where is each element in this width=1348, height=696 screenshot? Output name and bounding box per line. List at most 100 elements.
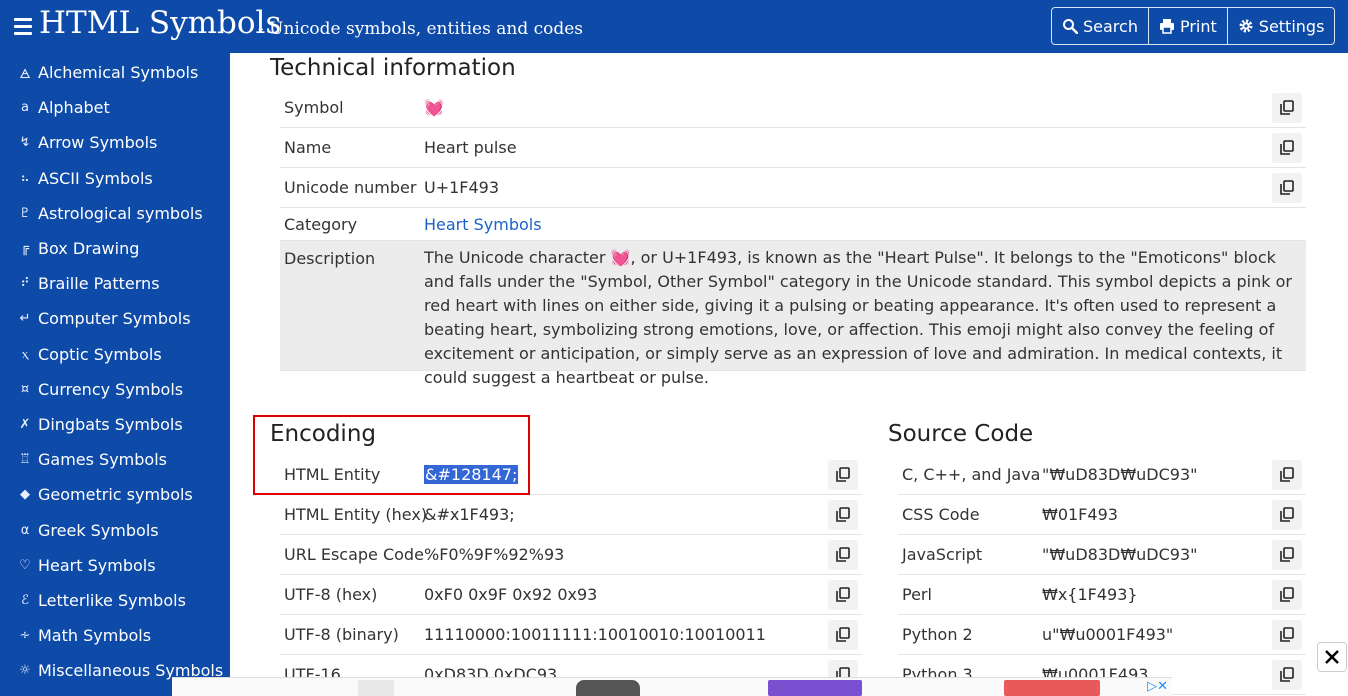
alchemical-icon: 🜁 xyxy=(19,66,31,82)
print-button-label: Print xyxy=(1179,16,1217,36)
source-value: ₩01F493 xyxy=(1042,505,1118,524)
encoding-row: UTF-8 (binary) 11110000:10011111:1001001… xyxy=(280,615,862,655)
category-row: Category Heart Symbols xyxy=(280,208,1306,241)
sidebar-item-astrological-symbols[interactable]: ♇ Astrological symbols xyxy=(0,196,230,231)
sidebar-item-currency-symbols[interactable]: ¤ Currency Symbols xyxy=(0,372,230,407)
copy-button[interactable] xyxy=(1272,499,1302,530)
sidebar-item-games-symbols[interactable]: ♖ Games Symbols xyxy=(0,442,230,477)
copy-icon xyxy=(1280,667,1294,682)
copy-icon xyxy=(836,547,850,562)
encoding-row: UTF-8 (hex) 0xF0 0x9F 0x92 0x93 xyxy=(280,575,862,615)
sidebar-item-greek-symbols[interactable]: α Greek Symbols xyxy=(0,512,230,547)
technical-info-heading: Technical information xyxy=(270,55,516,81)
copy-button[interactable] xyxy=(828,499,858,530)
copy-icon xyxy=(1280,140,1294,155)
search-button[interactable]: Search xyxy=(1052,8,1148,44)
description-label: Description xyxy=(284,249,376,268)
copy-icon xyxy=(1280,587,1294,602)
sidebar-item-geometric-symbols[interactable]: ◆ Geometric symbols xyxy=(0,477,230,512)
sidebar: 🜁 Alchemical Symbols a Alphabet ↯ Arrow Sym… xyxy=(0,53,230,696)
sidebar-item-math-symbols[interactable]: ∻ Math Symbols xyxy=(0,618,230,653)
ad-image xyxy=(1004,680,1100,696)
astrological-icon: ♇ xyxy=(19,205,31,221)
hamburger-menu-icon[interactable] xyxy=(14,14,32,38)
sidebar-item-dingbats-symbols[interactable]: ✗ Dingbats Symbols xyxy=(0,407,230,442)
source-value: "₩uD83D₩uDC93" xyxy=(1042,545,1198,564)
source-label: JavaScript xyxy=(902,545,983,564)
sidebar-item-box-drawing[interactable]: ╔ Box Drawing xyxy=(0,231,230,266)
letterlike-icon: ℰ xyxy=(21,592,29,608)
name-label: Name xyxy=(284,138,332,157)
source-row: C, C++, and Java "₩uD83D₩uDC93" xyxy=(898,455,1306,495)
sidebar-item-label: Box Drawing xyxy=(38,239,140,259)
heart-icon: ♡ xyxy=(19,557,31,573)
source-value: u"₩u0001F493" xyxy=(1042,625,1174,644)
copy-button[interactable] xyxy=(1272,619,1302,650)
sidebar-item-heart-symbols[interactable]: ♡ Heart Symbols xyxy=(0,548,230,583)
close-ad-button[interactable] xyxy=(1317,642,1347,672)
sidebar-item-alchemical-symbols[interactable]: 🜁 Alchemical Symbols xyxy=(0,55,230,90)
category-link[interactable]: Heart Symbols xyxy=(424,215,542,234)
print-icon xyxy=(1159,19,1174,34)
source-row: JavaScript "₩uD83D₩uDC93" xyxy=(898,535,1306,575)
copy-icon xyxy=(1280,100,1294,115)
sidebar-item-letterlike-symbols[interactable]: ℰ Letterlike Symbols xyxy=(0,583,230,618)
sidebar-item-label: Geometric symbols xyxy=(38,485,193,505)
copy-button[interactable] xyxy=(828,459,858,490)
site-brand[interactable]: HTML Symbols xyxy=(39,5,281,41)
copy-icon xyxy=(1280,467,1294,482)
copy-button[interactable] xyxy=(1272,172,1302,203)
unicode-label: Unicode number xyxy=(284,178,417,197)
sidebar-item-arrow-symbols[interactable]: ↯ Arrow Symbols xyxy=(0,125,230,160)
copy-button[interactable] xyxy=(1272,459,1302,490)
copy-button[interactable] xyxy=(828,579,858,610)
source-value: ₩x{1F493} xyxy=(1042,585,1138,604)
sidebar-item-label: Astrological symbols xyxy=(38,203,203,223)
ad-logo xyxy=(358,680,394,696)
ad-image xyxy=(576,680,640,696)
description-row: Description The Unicode character 💓, or … xyxy=(280,241,1306,387)
copy-button[interactable] xyxy=(1272,92,1302,123)
copy-button[interactable] xyxy=(1272,659,1302,690)
sidebar-item-braille-patterns[interactable]: ⠞ Braille Patterns xyxy=(0,266,230,301)
source-value: "₩uD83D₩uDC93" xyxy=(1042,465,1198,484)
encoding-label: UTF-8 (binary) xyxy=(284,625,399,644)
sidebar-item-alphabet[interactable]: a Alphabet xyxy=(0,90,230,125)
source-label: C, C++, and Java xyxy=(902,465,1041,484)
source-label: Perl xyxy=(902,585,932,604)
sidebar-item-coptic-symbols[interactable]: ⲭ Coptic Symbols xyxy=(0,337,230,372)
ad-choices-icon[interactable]: ▷✕ xyxy=(1147,679,1168,694)
miscellaneous-icon: ☼ xyxy=(19,663,31,679)
sidebar-item-computer-symbols[interactable]: ↵ Computer Symbols xyxy=(0,301,230,336)
symbol-row: Symbol 💓 xyxy=(280,88,1306,128)
unicode-value: U+1F493 xyxy=(424,178,500,197)
sidebar-item-label: ASCII Symbols xyxy=(38,168,153,188)
sidebar-item-label: Greek Symbols xyxy=(38,520,159,540)
symbol-label: Symbol xyxy=(284,98,344,117)
copy-button[interactable] xyxy=(1272,539,1302,570)
copy-icon xyxy=(836,507,850,522)
copy-button[interactable] xyxy=(1272,132,1302,163)
print-button[interactable]: Print xyxy=(1147,8,1227,44)
copy-icon xyxy=(1280,180,1294,195)
dingbats-icon: ✗ xyxy=(19,416,31,432)
arrow-icon: ↯ xyxy=(19,135,31,151)
alphabet-icon: a xyxy=(21,100,29,116)
ascii-icon: ⠦ xyxy=(20,170,30,186)
coptic-icon: ⲭ xyxy=(22,346,28,362)
encoding-value: 0xF0 0x9F 0x92 0x93 xyxy=(424,585,598,604)
copy-icon xyxy=(836,627,850,642)
name-row: Name Heart pulse xyxy=(280,128,1306,168)
top-bar: HTML Symbols - Unicode symbols, entities… xyxy=(0,0,1348,53)
copy-button[interactable] xyxy=(828,539,858,570)
encoding-value: 11110000:10011111:10010010:10010011 xyxy=(424,625,766,644)
encoding-value: &#x1F493; xyxy=(424,505,515,524)
copy-button[interactable] xyxy=(1272,579,1302,610)
sidebar-item-label: Arrow Symbols xyxy=(38,133,158,153)
games-icon: ♖ xyxy=(19,452,31,468)
sidebar-item-ascii-symbols[interactable]: ⠦ ASCII Symbols xyxy=(0,161,230,196)
copy-button[interactable] xyxy=(828,619,858,650)
currency-icon: ¤ xyxy=(20,381,30,397)
ad-banner[interactable]: ▷✕ xyxy=(172,677,1172,696)
settings-button[interactable]: Settings xyxy=(1226,8,1335,44)
